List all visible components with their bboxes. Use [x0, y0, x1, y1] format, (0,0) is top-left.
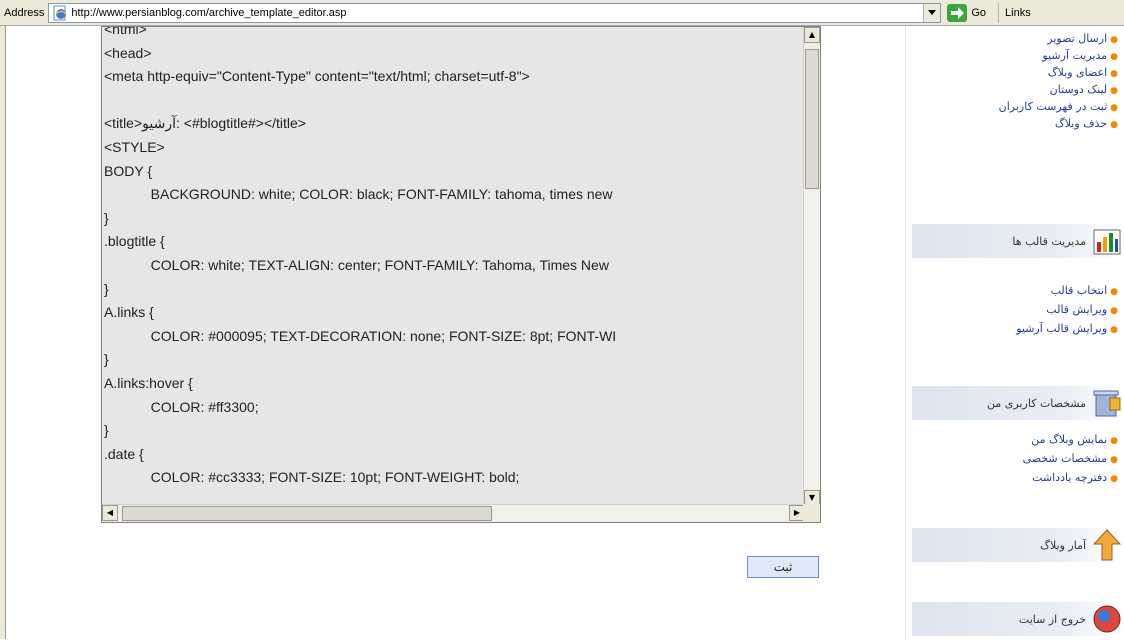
code-line: <html>: [104, 27, 147, 37]
address-url: http://www.persianblog.com/archive_templ…: [71, 6, 347, 19]
horizontal-scroll-thumb[interactable]: [122, 506, 492, 521]
sidebar-link-blog-members[interactable]: ●اعضای وبلاگ: [1048, 66, 1118, 79]
sidebar-link-archive-manage[interactable]: ●مدیریت آرشیو: [1042, 49, 1118, 62]
template-code-editor[interactable]: <html> <head> <meta http-equiv="Content-Ty…: [101, 26, 821, 523]
code-line: <meta http-equiv="Content-Type" content=…: [104, 68, 530, 85]
bullet-icon: ●: [1110, 120, 1118, 130]
sidebar-link-send-image[interactable]: ●ارسال تصویر: [1047, 32, 1118, 45]
code-line: COLOR: #000095; TEXT-DECORATION: none; F…: [104, 327, 617, 344]
scroll-left-icon[interactable]: ◀: [102, 505, 118, 521]
sidebar-link-friend-links[interactable]: ●لینک دوستان: [1050, 83, 1118, 96]
sidebar: ●ارسال تصویر ●مدیریت آرشیو ●اعضای وبلاگ …: [906, 26, 1124, 639]
section-my-profile: مشخصات کاربری من: [912, 386, 1124, 420]
address-label: Address: [4, 6, 45, 19]
section-title-exit: خروج از سایت: [1018, 612, 1086, 626]
sidebar-link-user-directory[interactable]: ●ثبت در فهرست کاربران: [999, 100, 1118, 113]
exit-icon: [1090, 602, 1124, 636]
chart-icon: [1090, 224, 1124, 258]
code-line: }: [104, 422, 109, 439]
code-line: A.links:hover {: [104, 375, 193, 391]
code-line: COLOR: #cc3333; FONT-SIZE: 10pt; FONT-WE…: [104, 469, 520, 486]
section-title-stats: آمار وبلاگ: [1040, 538, 1086, 552]
code-line: BODY {: [104, 162, 152, 179]
scrollbar-corner: [803, 504, 820, 522]
sidebar-link-delete-blog[interactable]: ●حذف وبلاگ: [1055, 117, 1118, 130]
sidebar-link-view-my-blog[interactable]: ●نمایش وبلاگ من: [1031, 433, 1118, 446]
horizontal-scrollbar[interactable]: ◀ ▶: [102, 504, 805, 522]
code-text[interactable]: <html> <head> <meta http-equiv="Content-Ty…: [102, 27, 805, 506]
code-line: COLOR: white; TEXT-ALIGN: center; FONT-F…: [104, 257, 609, 273]
sidebar-link-notebook[interactable]: ●دفترچه یادداشت: [1032, 471, 1118, 484]
links-button[interactable]: Links: [1005, 7, 1031, 19]
address-input[interactable]: http://www.persianblog.com/archive_templ…: [48, 2, 942, 23]
bullet-icon: ●: [1110, 436, 1118, 446]
code-line: .blogtitle {: [104, 233, 165, 250]
section-blog-stats[interactable]: آمار وبلاگ: [912, 528, 1124, 562]
bullet-icon: ●: [1110, 69, 1118, 79]
bullet-icon: ●: [1110, 474, 1118, 484]
section-template-management: مدیریت قالب ها: [912, 224, 1124, 258]
code-line: <title>آرشیو: <#blogtitle#></title>: [104, 115, 306, 132]
scroll-up-icon[interactable]: ▲: [804, 27, 820, 43]
vertical-scroll-thumb[interactable]: [805, 49, 819, 189]
bullet-icon: ●: [1110, 86, 1118, 96]
go-arrow-icon: [947, 3, 968, 22]
bullet-icon: ●: [1110, 35, 1118, 45]
arrow-up-icon: [1090, 528, 1124, 562]
sidebar-link-edit-template[interactable]: ●ویرایش قالب: [1046, 303, 1118, 316]
code-line: }: [104, 351, 109, 368]
sidebar-link-choose-template[interactable]: ●انتخاب قالب: [1051, 284, 1118, 297]
bullet-icon: ●: [1110, 455, 1118, 465]
address-dropdown-button[interactable]: [923, 3, 941, 22]
trash-profile-icon: [1090, 386, 1124, 420]
code-line: A.links {: [104, 304, 154, 321]
bullet-icon: ●: [1110, 287, 1118, 297]
go-button[interactable]: Go: [947, 3, 987, 22]
bullet-icon: ●: [1110, 103, 1118, 113]
code-line: }: [104, 280, 109, 297]
section-exit-site[interactable]: خروج از سایت: [912, 602, 1124, 636]
ie-page-icon: [52, 5, 68, 21]
section-title-templates: مدیریت قالب ها: [1012, 234, 1086, 248]
sidebar-link-personal-info[interactable]: ●مشخصات شخصی: [1023, 452, 1118, 465]
code-line: <STYLE>: [104, 139, 165, 155]
submit-button[interactable]: ثبت: [747, 556, 819, 578]
vertical-scrollbar[interactable]: ▲ ▼: [803, 27, 820, 506]
code-line: COLOR: #ff3300;: [104, 398, 259, 415]
code-line: .date {: [104, 445, 144, 462]
go-label: Go: [971, 6, 987, 19]
sidebar-link-edit-archive-template[interactable]: ●ویرایش قالب آرشیو: [1016, 322, 1118, 335]
bullet-icon: ●: [1110, 325, 1118, 335]
section-title-profile: مشخصات کاربری من: [987, 396, 1086, 410]
code-line: <head>: [104, 44, 152, 61]
code-line: BACKGROUND: white; COLOR: black; FONT-FA…: [104, 186, 613, 203]
toolbar-separator: [998, 2, 1000, 23]
code-line: }: [104, 209, 109, 226]
bullet-icon: ●: [1110, 306, 1118, 316]
address-bar: Address http://www.persianblog.com/archi…: [0, 0, 1124, 26]
window-left-edge: [0, 26, 6, 639]
bullet-icon: ●: [1110, 52, 1118, 62]
